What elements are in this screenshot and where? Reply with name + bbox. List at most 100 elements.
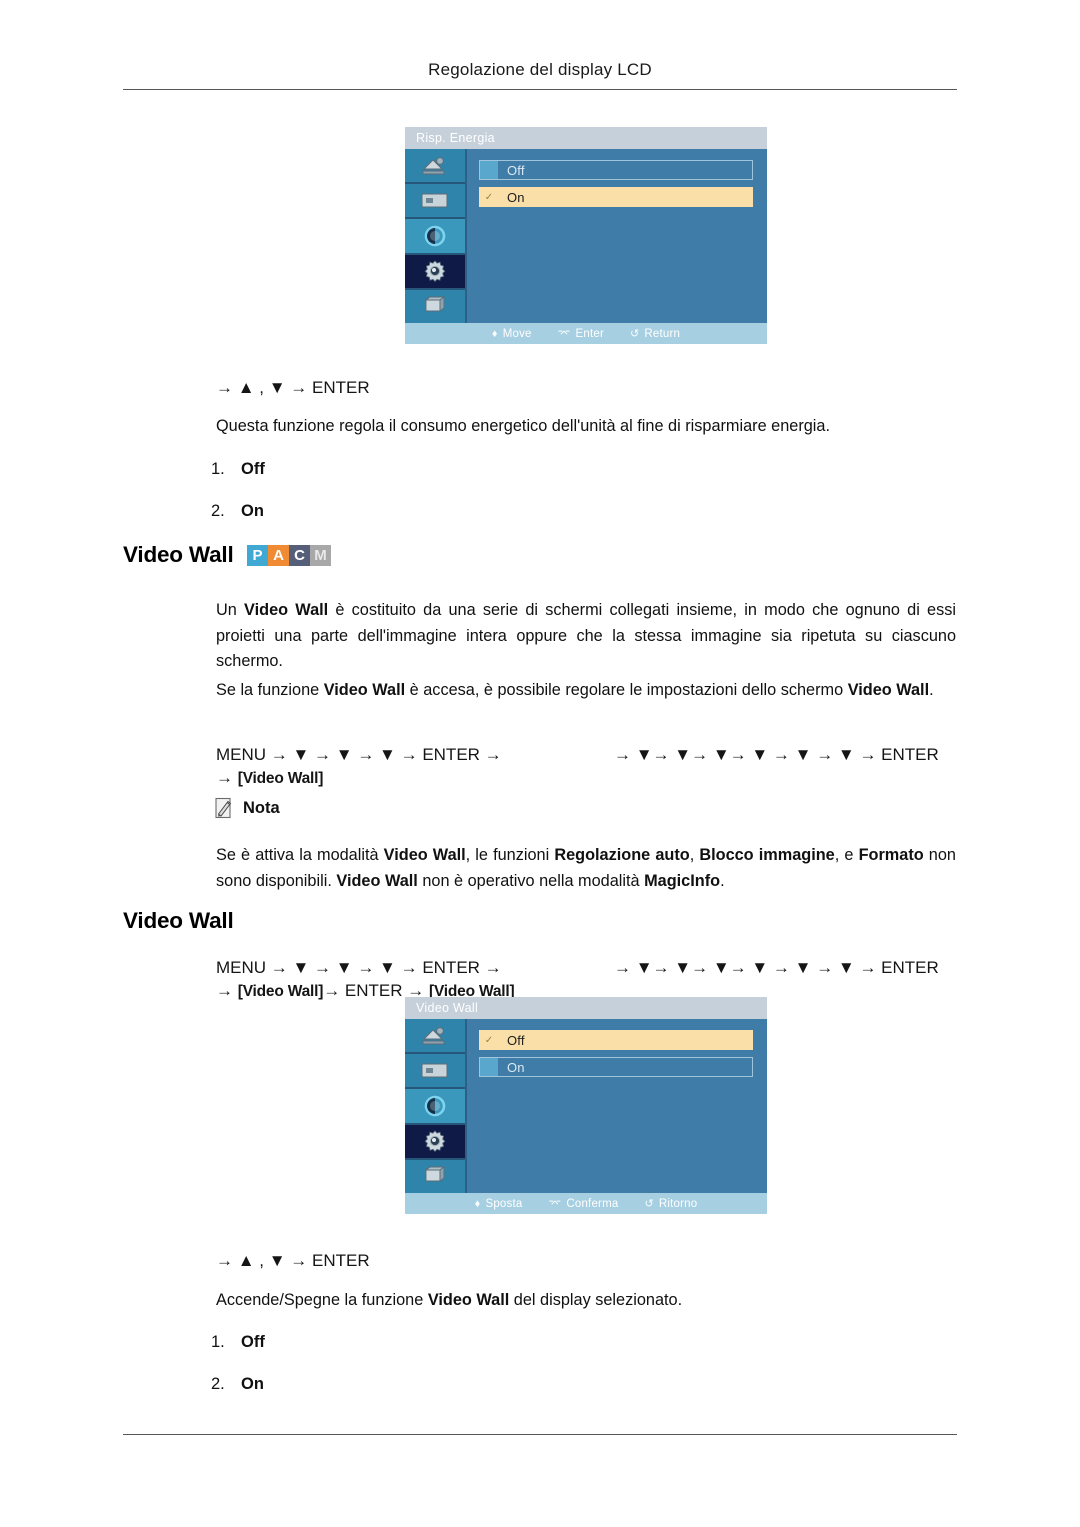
option-marker: [480, 1058, 498, 1076]
note-bold-term: Video Wall: [336, 871, 418, 890]
footer-return: ↺ Ritorno: [644, 1197, 697, 1211]
osd-screenshot-video-wall: Video Wall ✓ Off On ♦ Sposta ⌤ Conferma …: [405, 997, 767, 1214]
footer-rule: [123, 1434, 957, 1435]
footer-enter-label: Conferma: [566, 1197, 619, 1210]
osd-footer-bar: ♦ Sposta ⌤ Conferma ↺ Ritorno: [405, 1193, 767, 1214]
note-label: Nota: [243, 798, 280, 817]
videowall-paragraph-2: Se la funzione Video Wall è accesa, è po…: [216, 678, 956, 704]
picture-icon: [405, 149, 465, 185]
list-number: 2.: [211, 1375, 225, 1393]
osd-icon-rail: [405, 1019, 467, 1194]
checkmark-icon: ✓: [484, 1034, 494, 1046]
header-rule: [123, 89, 957, 90]
osd-footer-bar: ♦ Move ⌤ Enter ↺ Return: [405, 323, 767, 344]
setup-gear-icon: [405, 254, 465, 290]
power-description: Questa funzione regola il consumo energe…: [216, 417, 831, 435]
list-item: 1. Off: [211, 460, 265, 479]
nav-line-right-1: → ▼→ ▼→ ▼→ ▼ → ▼ → ▼ → ENTER: [614, 745, 939, 764]
description-post: del display selezionato.: [509, 1291, 683, 1309]
list-value: On: [241, 502, 264, 520]
videowall-2-description: Accende/Spegne la funzione Video Wall de…: [216, 1288, 956, 1314]
footer-move-label: Sposta: [485, 1197, 523, 1210]
list-value: Off: [241, 460, 265, 478]
list-number: 1.: [211, 1333, 225, 1351]
enter-key-icon: ⌤: [557, 328, 571, 340]
osd-screenshot-risp-energia: Risp. Energia Off ✓ On ♦ Move ⌤ Enter ↺ …: [405, 127, 767, 344]
list-value: Off: [241, 1333, 265, 1351]
page-title-videowall-1: Video Wall: [123, 542, 234, 567]
paragraph-bold-2: Video Wall: [847, 681, 930, 699]
menu-token-videowall: [Video Wall]: [237, 770, 324, 787]
footer-enter: ⌤ Enter: [557, 327, 604, 341]
nav-line-left-2: MENU → ▼ → ▼ → ▼ → ENTER →: [216, 958, 502, 977]
option-label: Off: [507, 1032, 525, 1048]
footer-move: ♦ Move: [492, 328, 532, 340]
option-label: On: [507, 1059, 525, 1075]
note-text-run: non è operativo nella modalità: [417, 871, 645, 890]
note-bold-term: Video Wall: [383, 846, 466, 864]
page-title-videowall-2: Video Wall: [123, 908, 234, 933]
videowall-paragraph-1: Un Video Wall è costituito da una serie …: [216, 598, 956, 675]
multi-control-icon: [405, 289, 465, 324]
paragraph-pre: Se la funzione: [216, 681, 324, 699]
arrow-glyph: →: [216, 768, 238, 787]
osd-option-list: Off ✓ On: [467, 149, 767, 323]
screen-icon: [405, 184, 465, 220]
menu-token-videowall-1: [Video Wall]: [237, 983, 324, 1000]
note-text-run: ,: [689, 846, 700, 864]
arrow-glyph: →: [216, 981, 238, 1000]
list-item: 2. On: [211, 1375, 264, 1394]
nav-line-right-2: → ▼→ ▼→ ▼→ ▼ → ▼ → ▼ → ENTER: [614, 958, 939, 977]
badge-c: C: [289, 545, 310, 566]
osd-option-off[interactable]: ✓ Off: [479, 1030, 753, 1050]
note-bold-term: MagicInfo: [644, 871, 721, 890]
footer-enter-label: Enter: [575, 327, 604, 340]
badge-p: P: [247, 545, 268, 566]
screen-icon: [405, 1054, 465, 1090]
footer-return-label: Return: [644, 327, 681, 340]
nav-line-left-1b: → [Video Wall]: [216, 765, 323, 791]
osd-icon-rail: [405, 149, 467, 324]
list-item: 2. On: [211, 502, 264, 521]
return-arrow-icon: ↺: [630, 328, 640, 340]
osd-body: ✓ Off On: [405, 1019, 767, 1194]
nav-line-power: → ▲ , ▼ → ENTER: [216, 378, 370, 397]
paragraph-bold: Video Wall: [244, 601, 329, 619]
note-text-run: .: [720, 871, 725, 890]
return-arrow-icon: ↺: [644, 1198, 654, 1210]
description-bold: Video Wall: [427, 1291, 510, 1309]
list-number: 2.: [211, 502, 225, 520]
option-label: On: [507, 189, 525, 205]
badge-a: A: [268, 545, 289, 566]
note-text-run: , le funzioni: [465, 846, 555, 864]
footer-enter: ⌤ Conferma: [548, 1197, 619, 1211]
footer-return: ↺ Return: [630, 327, 681, 341]
description-pre: Accende/Spegne la funzione: [216, 1291, 428, 1309]
checkmark-icon: ✓: [484, 191, 494, 203]
note-block-header: Nota: [214, 797, 280, 819]
badge-m: M: [310, 545, 331, 566]
list-item: 1. Off: [211, 1333, 265, 1352]
paragraph-post: .: [929, 681, 934, 699]
list-number: 1.: [211, 460, 225, 478]
osd-option-on[interactable]: On: [479, 1057, 753, 1077]
picture-icon: [405, 1019, 465, 1055]
osd-title-bar: Video Wall: [405, 997, 767, 1019]
option-label: Off: [507, 162, 525, 178]
footer-move-label: Move: [502, 327, 532, 340]
nav-line-after: → ▲ , ▼ → ENTER: [216, 1251, 370, 1270]
list-value: On: [241, 1375, 264, 1393]
paragraph-mid: è accesa, è possibile regolare le impost…: [405, 681, 848, 699]
contrast-icon: [405, 219, 465, 255]
option-marker: [480, 161, 498, 179]
note-text-run: Se è attiva la modalità: [216, 846, 384, 864]
enter-key-icon: ⌤: [548, 1198, 562, 1210]
footer-move: ♦ Sposta: [475, 1198, 523, 1210]
updown-arrow-icon: ♦: [491, 327, 498, 340]
note-text-run: , e: [834, 846, 859, 864]
multi-control-icon: [405, 1159, 465, 1194]
running-header: Regolazione del display LCD: [428, 60, 652, 79]
note-bold-term: Regolazione auto: [554, 846, 690, 864]
osd-option-on[interactable]: ✓ On: [479, 187, 753, 207]
osd-option-off[interactable]: Off: [479, 160, 753, 180]
